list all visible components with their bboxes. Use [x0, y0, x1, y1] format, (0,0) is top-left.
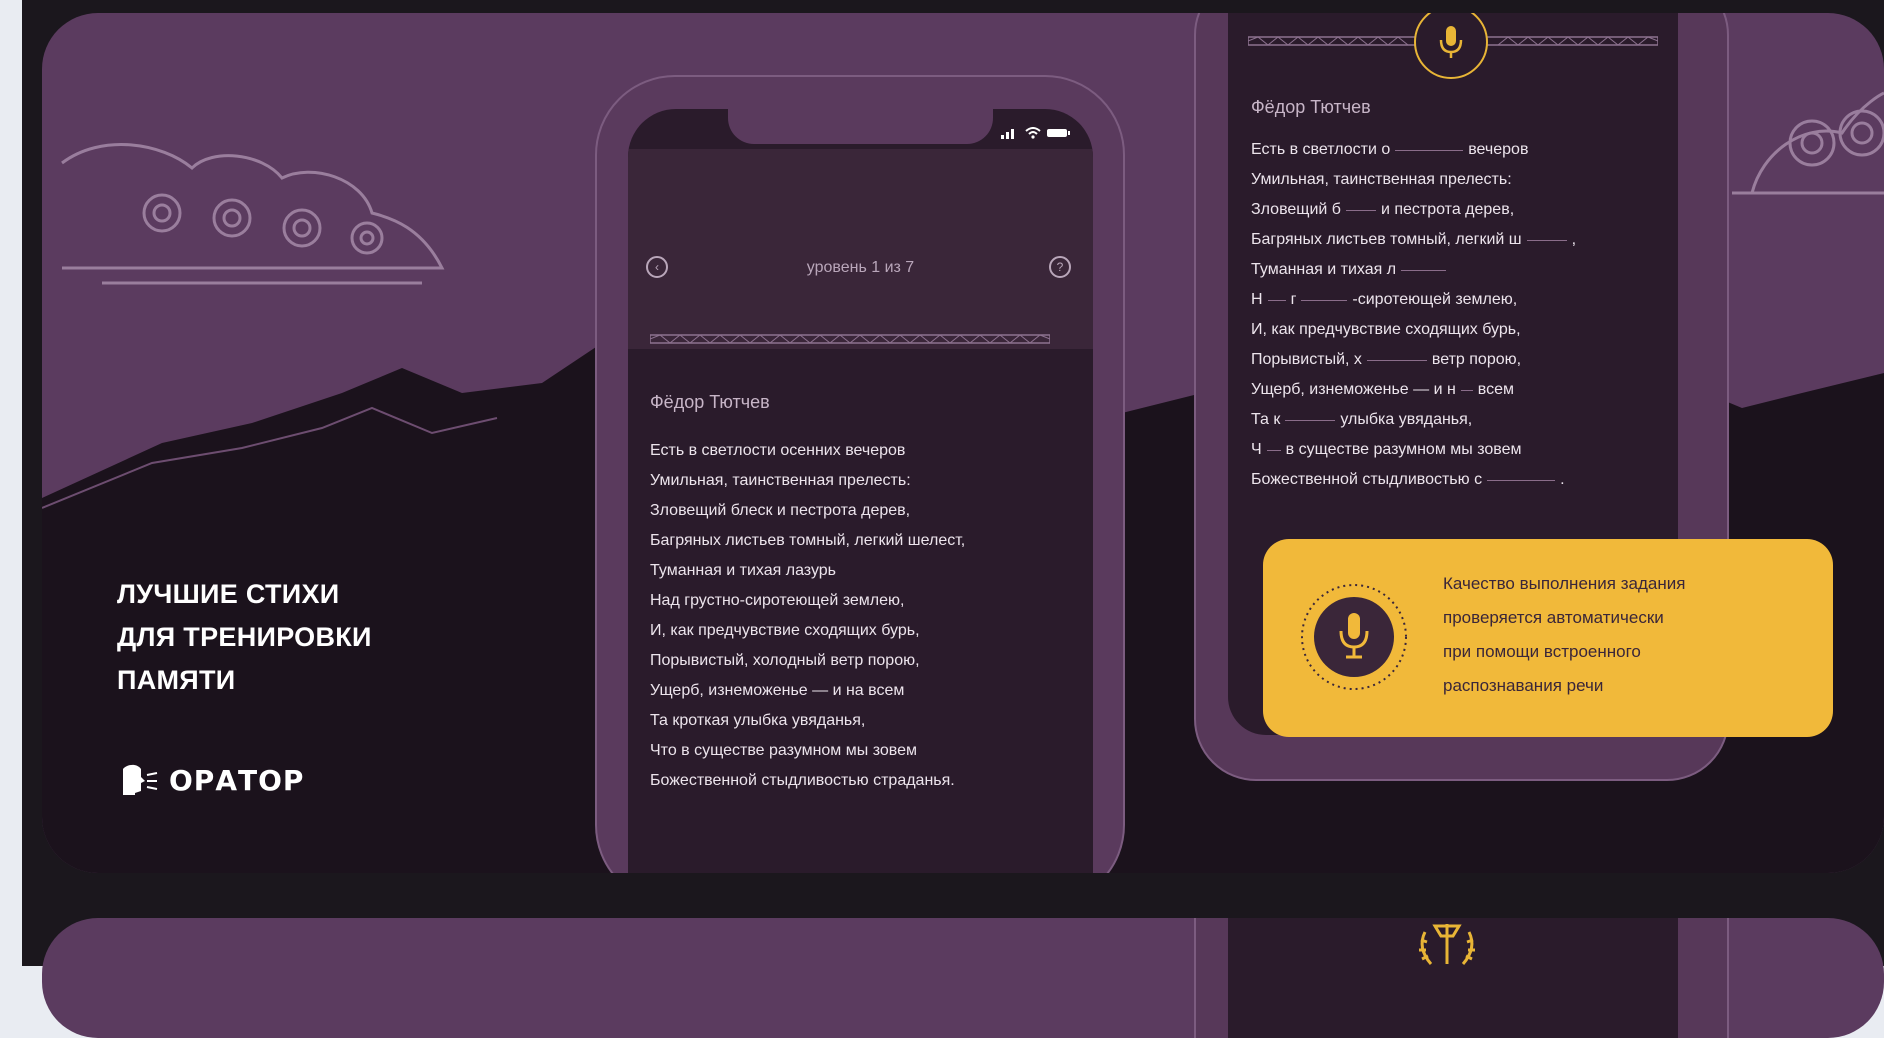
ornament-divider [650, 334, 1050, 344]
promo-card-next [42, 918, 1884, 1038]
orator-head-icon [123, 764, 158, 795]
brand-name: ОРАТОР [169, 763, 305, 797]
poem-line: Туманная и тихая л [1251, 255, 1576, 285]
poem-fragment: Зловещий б [1251, 201, 1341, 218]
poem-fragment: Порывистый, х [1251, 351, 1362, 368]
poem-line: Умильная, таинственная прелесть: [1251, 165, 1576, 195]
poem-line: Багряных листьев томный, легкий шелест, [650, 532, 966, 549]
blank-gap[interactable] [1285, 419, 1336, 421]
screen-header-bg [628, 149, 1093, 349]
callout-line: Качество выполнения задания [1443, 574, 1686, 593]
poem-fragment: ветр порою, [1431, 351, 1522, 368]
phone-left-screen: ‹ уровень 1 из 7 ? Фёдор Тютчев Есть в с… [628, 109, 1093, 873]
page: ЛУЧШИЕ СТИХИ ДЛЯ ТРЕНИРОВКИ ПАМЯТИ ОРАТО… [22, 0, 1884, 1038]
poem-line: Н г -сиротеющей землею, [1251, 285, 1576, 315]
poem-fragment: г [1290, 291, 1297, 308]
poem-line: И, как предчувствие сходящих бурь, [650, 622, 920, 639]
poem-fragment: Ущерб, изнеможенье — и н [1251, 381, 1456, 398]
promo-card: ЛУЧШИЕ СТИХИ ДЛЯ ТРЕНИРОВКИ ПАМЯТИ ОРАТО… [42, 13, 1884, 873]
poem-fragment: , [1571, 231, 1577, 248]
poem-fragment: улыбка увяданья, [1340, 411, 1473, 428]
callout-line: при помощи встроенного [1443, 642, 1641, 661]
blank-gap[interactable] [1460, 389, 1473, 391]
poem-line: Божественной стыдливостью страданья. [650, 772, 955, 789]
blank-gap[interactable] [1487, 479, 1556, 481]
poem-line: Та к улыбка увяданья, [1251, 405, 1576, 435]
phone-mockup-left: ‹ уровень 1 из 7 ? Фёдор Тютчев Есть в с… [595, 75, 1125, 873]
blank-gap[interactable] [1267, 299, 1286, 301]
signal-icon [1001, 129, 1014, 139]
headline-line-3: ПАМЯТИ [117, 665, 236, 695]
poem-line: Над грустно-сиротеющей землею, [650, 592, 905, 609]
poem-line: Та кроткая улыбка увяданья, [650, 712, 866, 729]
poem-line: Порывистый, холодный ветр порою, [650, 652, 920, 669]
poem-line: Багряных листьев томный, легкий ш , [1251, 225, 1576, 255]
poem-fragment: Туманная и тихая л [1251, 261, 1397, 278]
wifi-icon [1025, 127, 1041, 139]
headline: ЛУЧШИЕ СТИХИ ДЛЯ ТРЕНИРОВКИ ПАМЯТИ [117, 573, 497, 702]
poem-line: Божественной стыдливостью с . [1251, 465, 1576, 495]
poem-fragment: Божественной стыдливостью с [1251, 471, 1483, 488]
poem-line: Ущерб, изнеможенье — и н всем [1251, 375, 1576, 405]
poem-fragment: Ч [1251, 441, 1262, 458]
status-bar [1001, 127, 1071, 139]
poem-fragment: Та к [1251, 411, 1281, 428]
question-icon[interactable]: ? [1049, 256, 1071, 278]
poem-fragment: Багряных листьев томный, легкий ш [1251, 231, 1522, 248]
microphone-icon [1301, 584, 1407, 690]
phone-notch [728, 109, 993, 144]
poem-fragment: в существе разумном мы зовем [1285, 441, 1522, 458]
poem-fragment: и пестрота дерев, [1380, 201, 1515, 218]
poem-line: Есть в светлости осенних вечеров [650, 442, 906, 459]
brand-logo: ОРАТОР [119, 763, 304, 797]
level-indicator: уровень 1 из 7 [806, 259, 915, 276]
headline-line-2: ДЛЯ ТРЕНИРОВКИ [117, 622, 372, 652]
poem-fragment: Н [1251, 291, 1263, 308]
poem-author: Фёдор Тютчев [1251, 97, 1371, 117]
poem-line: Зловещий б и пестрота дерев, [1251, 195, 1576, 225]
callout-line: распознавания речи [1443, 676, 1604, 695]
microphone-icon[interactable] [1414, 13, 1488, 79]
blank-gap[interactable] [1401, 269, 1447, 271]
blank-gap[interactable] [1366, 359, 1427, 361]
poem-fragment: Есть в светлости о [1251, 141, 1391, 158]
poem-fragment: всем [1477, 381, 1515, 398]
callout-line: проверяется автоматически [1443, 608, 1664, 627]
battery-icon [1047, 129, 1070, 137]
mic-glyph [1439, 26, 1463, 58]
poem-line: Порывистый, х ветр порою, [1251, 345, 1576, 375]
poem-line: Зловещий блеск и пестрота дерев, [650, 502, 911, 519]
blank-gap[interactable] [1526, 239, 1567, 241]
blank-gap[interactable] [1301, 299, 1348, 301]
blank-gap[interactable] [1395, 149, 1464, 151]
poem-text: Есть в светлости осенних вечеров Умильна… [650, 436, 965, 796]
poem-line: Есть в светлости о вечеров [1251, 135, 1576, 165]
poem-fragment: . [1560, 471, 1565, 488]
speech-recognition-callout: Качество выполнения задания проверяется … [1263, 539, 1833, 737]
blank-gap[interactable] [1345, 209, 1376, 211]
callout-text: Качество выполнения задания проверяется … [1443, 567, 1685, 703]
poem-line: И, как предчувствие сходящих бурь, [1251, 315, 1576, 345]
poem-author: Фёдор Тютчев [650, 392, 770, 412]
poem-fragment: вечеров [1468, 141, 1529, 158]
poem-line: Умильная, таинственная прелесть: [650, 472, 911, 489]
poem-line: Ч в существе разумном мы зовем [1251, 435, 1576, 465]
blank-gap[interactable] [1266, 449, 1281, 451]
laurel-wreath-icon [1419, 924, 1475, 965]
poem-fragment: Умильная, таинственная прелесть: [1251, 171, 1512, 188]
poem-line: Что в существе разумном мы зовем [650, 742, 917, 759]
poem-fragment: И, как предчувствие сходящих бурь, [1251, 321, 1521, 338]
poem-fill-in-text: Есть в светлости о вечеров Умильная, таи… [1251, 135, 1576, 495]
poem-line: Ущерб, изнеможенье — и на всем [650, 682, 905, 699]
headline-line-1: ЛУЧШИЕ СТИХИ [117, 579, 340, 609]
poem-line: Туманная и тихая лазурь [650, 562, 837, 579]
poem-fragment: -сиротеющей землею, [1352, 291, 1518, 308]
